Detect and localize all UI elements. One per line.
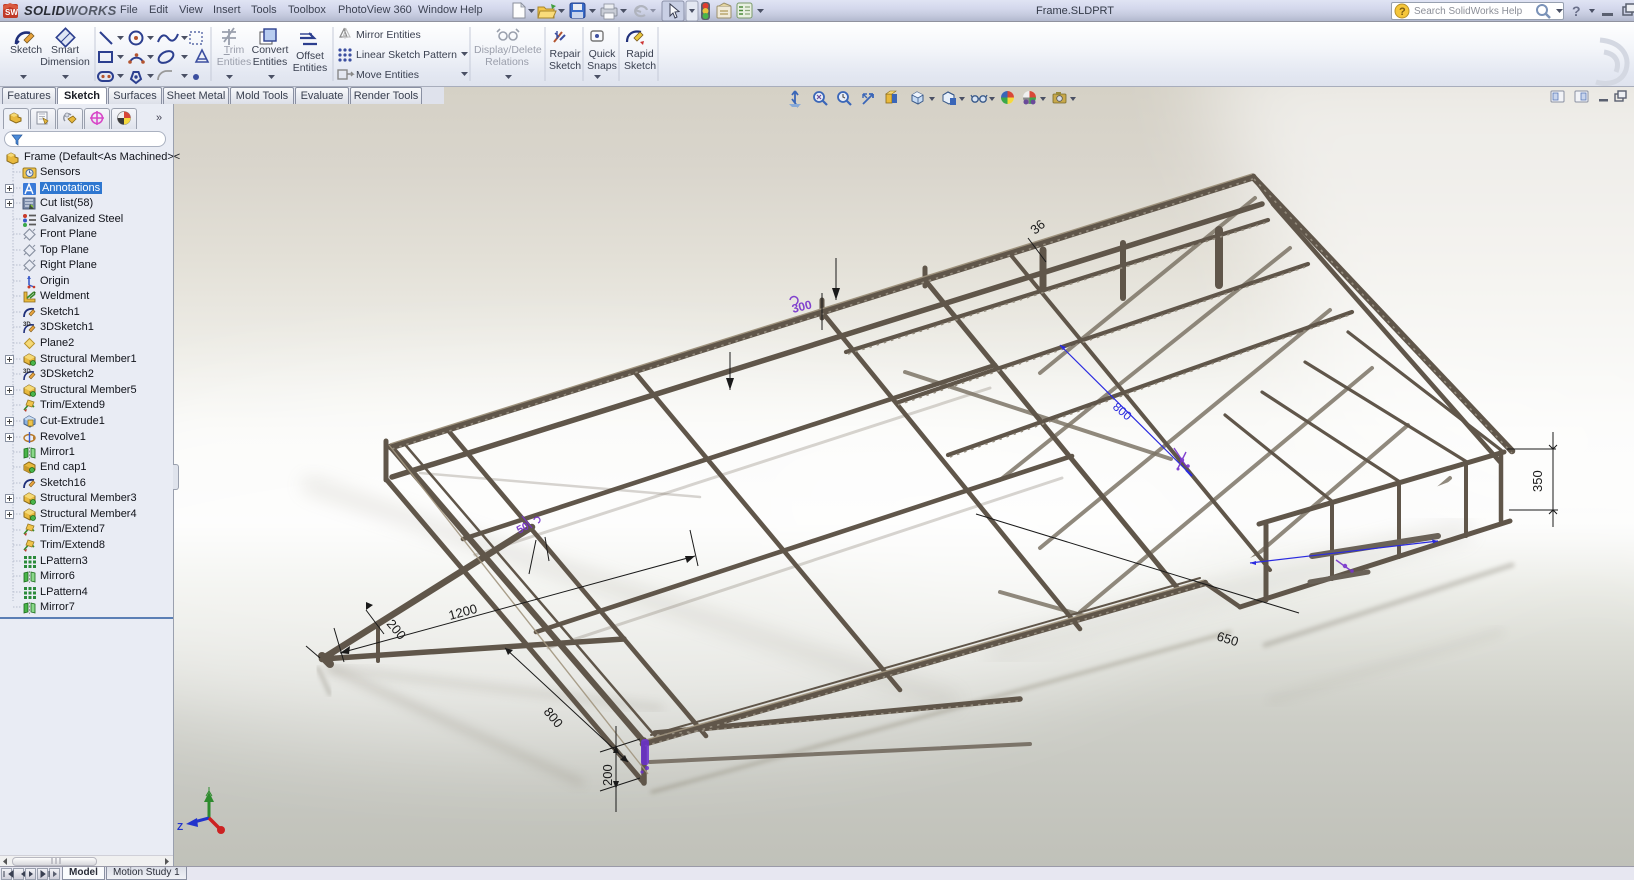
svg-text:200: 200 <box>600 764 615 786</box>
svg-text:?: ? <box>1399 6 1406 18</box>
svg-text:SW: SW <box>5 8 18 17</box>
svg-text:350: 350 <box>1530 470 1545 492</box>
svg-text:?: ? <box>1572 3 1581 19</box>
svg-text:Z: Z <box>177 822 183 833</box>
